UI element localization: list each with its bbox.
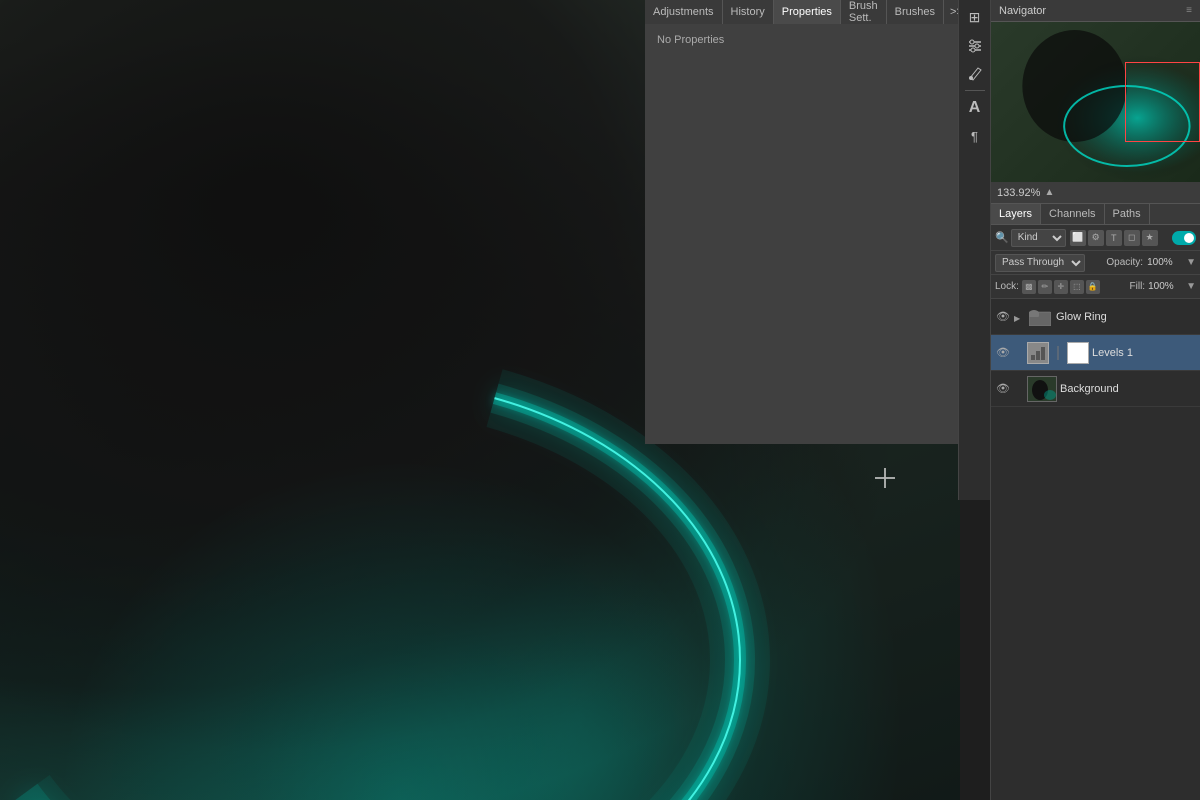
opacity-value[interactable]: 100% [1147,257,1182,268]
filter-type-icon[interactable]: T [1106,230,1122,246]
filter-pixel-icon[interactable]: ⬜ [1070,230,1086,246]
lock-label: Lock: [995,281,1019,292]
layers-panel: Layers Channels Paths 🔍 Kind Name Effect… [991,204,1200,800]
layers-blend-bar: Pass Through Normal Multiply Screen Over… [991,251,1200,275]
tab-brush-settings[interactable]: Brush Sett. [841,0,887,24]
fill-label: Fill: [1130,281,1146,292]
no-properties-text: No Properties [645,24,965,56]
text-tool-icon[interactable]: A [962,95,988,121]
layers-lock-bar: Lock: ▩ ✏ ✛ ⬚ 🔒 Fill: 100% ▼ [991,275,1200,299]
tool-separator [965,90,985,91]
layer-name-background: Background [1060,383,1196,395]
filter-search-icon: 🔍 [995,231,1009,244]
adjustments-icon[interactable] [962,32,988,58]
layers-filter-bar: 🔍 Kind Name Effect Mode ⬜ ⚙ T ◻ ★ [991,225,1200,251]
layers-tabs: Layers Channels Paths [991,204,1200,225]
layer-expand-glow-ring[interactable]: ▶ [1014,310,1024,324]
layer-name-levels1: Levels 1 [1092,347,1196,359]
paragraph-tool-icon[interactable]: ¶ [962,123,988,149]
tab-properties[interactable]: Properties [774,0,841,24]
fill-arrow[interactable]: ▼ [1186,281,1196,292]
blend-mode-select[interactable]: Pass Through Normal Multiply Screen Over… [995,254,1085,272]
zoom-arrow-icon[interactable]: ▲ [1044,187,1054,198]
layer-link-icon-levels1 [1052,342,1064,364]
zoom-level: 133.92% [997,187,1040,199]
layer-name-glow-ring: Glow Ring [1056,311,1196,323]
brush-icon[interactable] [962,60,988,86]
cursor-crosshair [875,468,895,488]
filter-kind-select[interactable]: Kind Name Effect Mode [1011,229,1066,247]
layer-visibility-background[interactable]: 👁 [995,381,1011,397]
fill-value[interactable]: 100% [1148,281,1183,292]
tool-strip: ⊞ A ¶ [958,0,990,500]
layer-row-background[interactable]: 👁 Background [991,371,1200,407]
properties-panel: No Properties [645,24,965,444]
layer-thumbnail-background [1027,376,1057,402]
navigator-menu-icon[interactable]: ≡ [1186,5,1192,16]
layer-thumbnail-glow-ring [1027,304,1053,330]
navigator-preview [991,22,1200,182]
tab-adjustments[interactable]: Adjustments [645,0,723,24]
top-panel: Adjustments History Properties Brush Set… [645,0,965,25]
lock-icons: ▩ ✏ ✛ ⬚ 🔒 [1022,280,1100,294]
right-panel: Navigator ≡ 133.92% [990,0,1200,800]
filter-shape-icon[interactable]: ◻ [1124,230,1140,246]
lock-transparent-icon[interactable]: ▩ [1022,280,1036,294]
navigator-selection-box [1125,62,1200,142]
filter-toggle[interactable] [1172,231,1196,245]
layer-row-glow-ring[interactable]: 👁 ▶ Glow Ring [991,299,1200,335]
layer-visibility-levels1[interactable]: 👁 [995,345,1011,361]
tab-layers[interactable]: Layers [991,204,1041,224]
lock-position-icon[interactable]: ✛ [1054,280,1068,294]
filter-icons: ⬜ ⚙ T ◻ ★ [1070,230,1158,246]
layer-row-levels1[interactable]: 👁 Levels 1 [991,335,1200,371]
tab-brushes[interactable]: Brushes [887,0,944,24]
layer-thumbnail-levels1 [1027,342,1049,364]
tab-channels[interactable]: Channels [1041,204,1104,224]
lock-pixels-icon[interactable]: ✏ [1038,280,1052,294]
layer-visibility-glow-ring[interactable]: 👁 [995,309,1011,325]
opacity-label: Opacity: [1106,257,1143,268]
filter-toggle-knob [1184,233,1194,243]
layers-list: 👁 ▶ Glow Ring 👁 [991,299,1200,800]
filter-smart-icon[interactable]: ★ [1142,230,1158,246]
layer-mask-levels1 [1067,342,1089,364]
filter-icon[interactable]: ⊞ [962,4,988,30]
top-tabs: Adjustments History Properties Brush Set… [645,0,965,24]
filter-adjustment-icon[interactable]: ⚙ [1088,230,1104,246]
lock-artboard-icon[interactable]: ⬚ [1070,280,1084,294]
tab-history[interactable]: History [723,0,774,24]
tab-paths[interactable]: Paths [1105,204,1150,224]
zoom-bar: 133.92% ▲ [991,182,1200,204]
opacity-arrow[interactable]: ▼ [1186,257,1196,268]
lock-all-icon[interactable]: 🔒 [1086,280,1100,294]
navigator-header: Navigator ≡ [991,0,1200,22]
navigator-title: Navigator [999,5,1046,17]
